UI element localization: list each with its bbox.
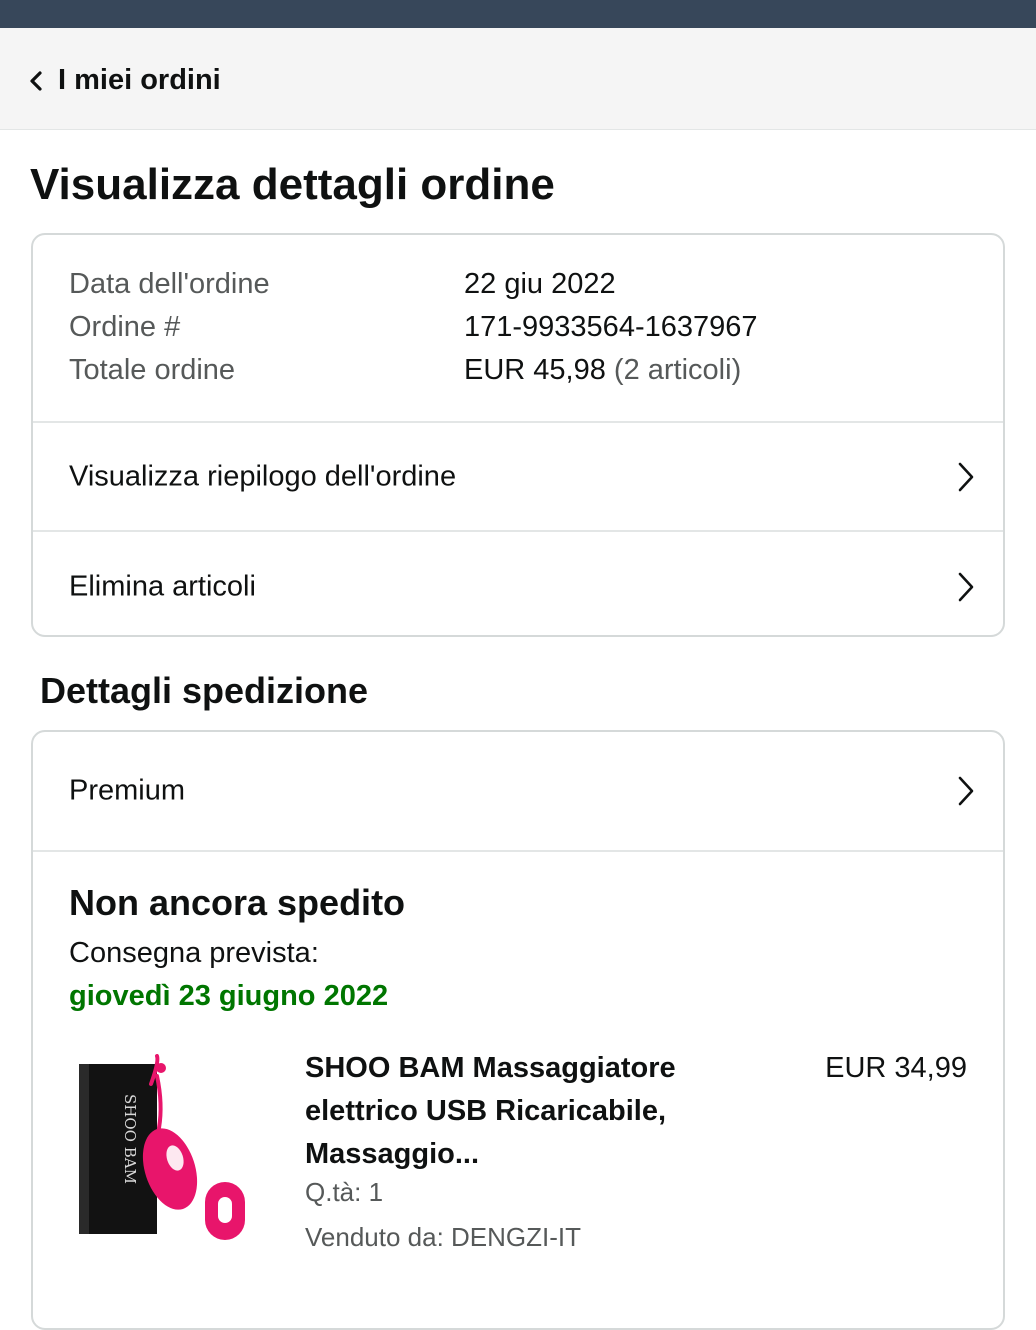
product-price: EUR 34,99 (825, 1052, 967, 1084)
product-seller: Venduto da: DENGZI-IT (305, 1222, 582, 1252)
product-quantity: Q.tà: 1 (305, 1177, 384, 1207)
order-number-label: Ordine # (69, 311, 181, 343)
shipping-method-link[interactable]: Premium (33, 732, 1003, 852)
chevron-left-icon (30, 70, 42, 91)
shipping-card: Premium Non ancora spedito Consegna prev… (31, 730, 1005, 1330)
order-summary: Data dell'ordine 22 giu 2022 Ordine # 17… (33, 235, 1003, 423)
page-title: Visualizza dettagli ordine (30, 160, 555, 209)
product-brand-mark: SHOO BAM (121, 1094, 139, 1184)
order-info-card: Data dell'ordine 22 giu 2022 Ordine # 17… (31, 233, 1005, 637)
back-link-label: I miei ordini (58, 64, 221, 96)
order-date-row: Data dell'ordine 22 giu 2022 (69, 263, 616, 306)
order-total-amount: EUR 45,98 (464, 354, 606, 386)
shipping-section-title: Dettagli spedizione (40, 670, 369, 711)
delivery-date: giovedì 23 giugno 2022 (69, 980, 389, 1012)
view-order-summary-label: Visualizza riepilogo dell'ordine (69, 460, 457, 492)
chevron-right-icon (958, 462, 974, 491)
product-image[interactable]: SHOO BAM (77, 1054, 257, 1244)
product-title-link[interactable]: SHOO BAM Massaggiatore elettrico USB Ric… (305, 1047, 725, 1176)
back-link[interactable]: I miei ordini (28, 64, 221, 97)
delete-items-label: Elimina articoli (69, 570, 256, 602)
shipping-method-label: Premium (69, 774, 186, 807)
chevron-right-icon (958, 776, 974, 806)
order-item-count: (2 articoli) (613, 354, 742, 386)
order-total-value: EUR 45,98 (2 articoli) (464, 349, 741, 392)
delete-items-link[interactable]: Elimina articoli (33, 532, 1003, 635)
nav-header: I miei ordini (0, 28, 1036, 130)
order-date-value: 22 giu 2022 (464, 268, 616, 300)
view-order-summary-link[interactable]: Visualizza riepilogo dell'ordine (33, 423, 1003, 532)
chevron-right-icon (958, 572, 974, 601)
order-number-row: Ordine # 171-9933564-1637967 (69, 306, 758, 349)
delivery-label: Consegna prevista: (69, 937, 319, 969)
order-date-label: Data dell'ordine (69, 268, 270, 300)
order-total-row: Totale ordine EUR 45,98 (2 articoli) (69, 349, 741, 392)
order-number-value: 171-9933564-1637967 (464, 311, 758, 343)
status-bar (0, 0, 1036, 28)
order-total-label: Totale ordine (69, 354, 236, 386)
shipment-status: Non ancora spedito (69, 882, 406, 923)
